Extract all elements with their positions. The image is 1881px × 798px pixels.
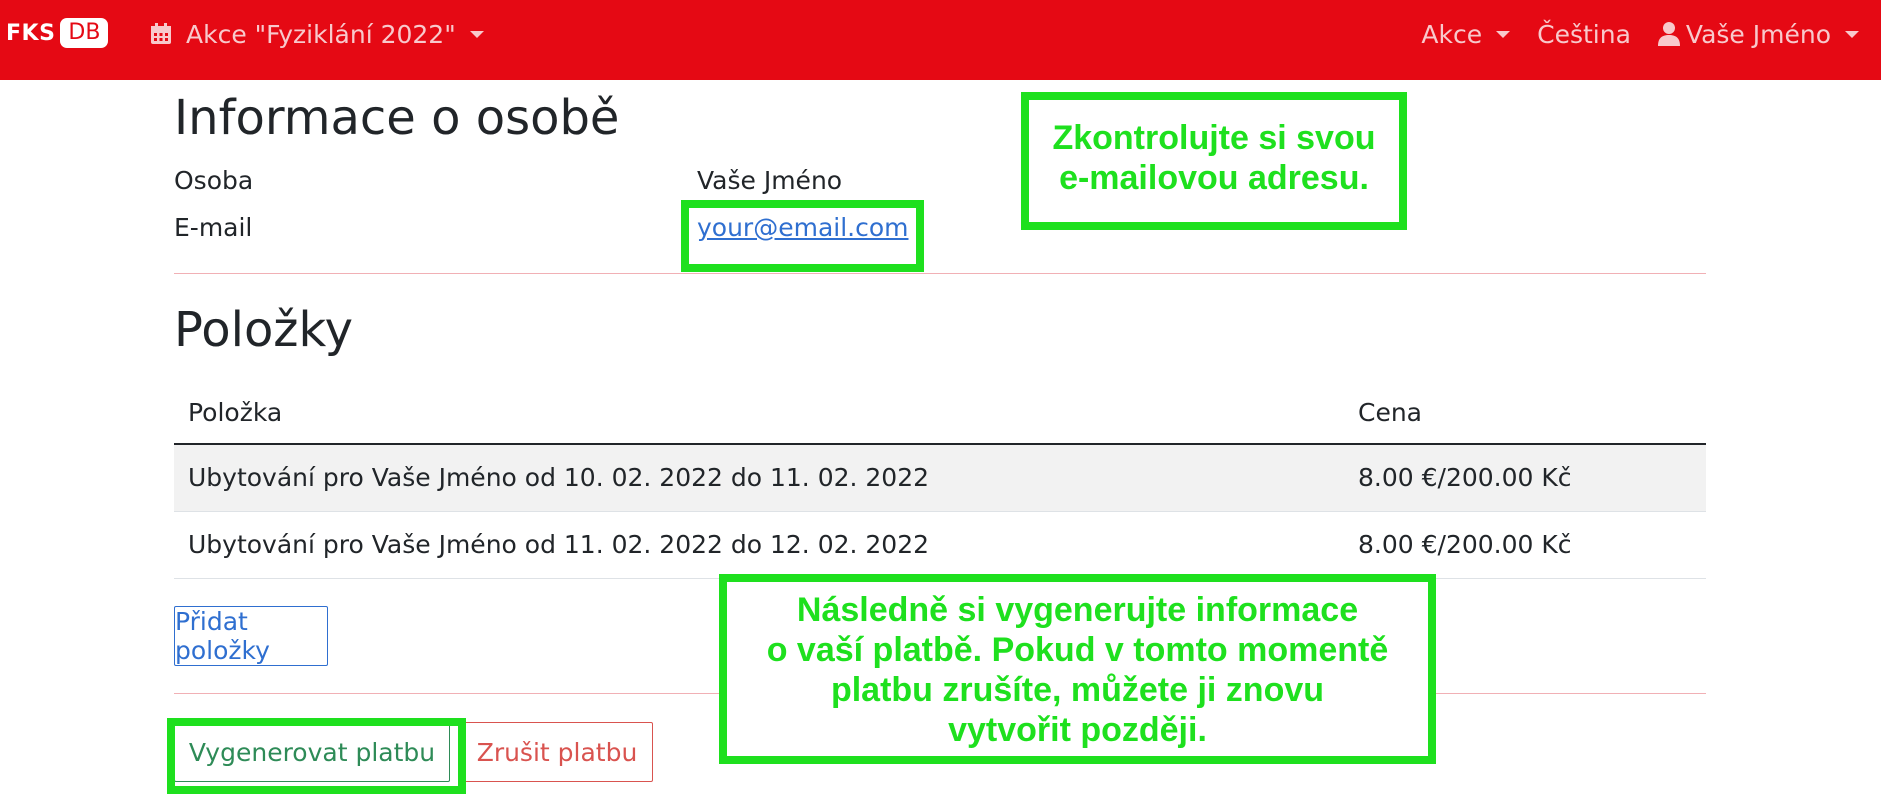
price-cell: 8.00 €/200.00 Kč — [1344, 511, 1706, 579]
nav-language-link[interactable]: Čeština — [1537, 20, 1631, 49]
calendar-icon — [151, 23, 171, 44]
item-cell: Ubytování pro Vaše Jméno od 11. 02. 2022… — [174, 511, 1344, 579]
email-label: E-mail — [174, 213, 253, 242]
items-heading: Položky — [174, 302, 353, 358]
items-table: Položka Cena Ubytování pro Vaše Jméno od… — [174, 382, 1706, 579]
nav-akce-label: Akce — [1421, 19, 1483, 49]
callout-line: Zkontrolujte si svou — [1052, 119, 1376, 157]
divider — [174, 273, 1706, 274]
payment-hint-callout: Následně si vygenerujte informace o vaší… — [719, 574, 1436, 764]
column-header-price: Cena — [1344, 382, 1706, 445]
nav-user-dropdown[interactable]: Vaše Jméno — [1657, 19, 1859, 49]
item-cell: Ubytování pro Vaše Jméno od 10. 02. 2022… — [174, 444, 1344, 512]
table-row: Ubytování pro Vaše Jméno od 10. 02. 2022… — [174, 444, 1706, 512]
logo-badge: DB — [60, 18, 109, 48]
callout-line: vytvořit později. — [948, 711, 1207, 749]
nav-language-label: Čeština — [1537, 19, 1631, 49]
generate-highlight-box — [167, 718, 466, 794]
chevron-down-icon — [469, 30, 484, 38]
chevron-down-icon — [1845, 30, 1859, 38]
nav-akce-dropdown[interactable]: Akce — [1421, 19, 1511, 49]
cancel-payment-button[interactable]: Zrušit platbu — [461, 722, 653, 782]
callout-line: o vaší platbě. Pokud v tomto momentě — [766, 631, 1389, 669]
user-icon — [1657, 22, 1680, 46]
add-items-button[interactable]: Přidat položky — [174, 606, 328, 666]
event-dropdown[interactable]: Akce "Fyziklání 2022" — [150, 0, 484, 68]
top-navbar: FKS DB Akce "Fyziklání 2022" Akce Češtin… — [0, 0, 1881, 80]
email-hint-callout: Zkontrolujte si svou e-mailovou adresu. — [1021, 92, 1407, 230]
fksdb-logo[interactable]: FKS DB — [6, 17, 109, 49]
nav-user-label: Vaše Jméno — [1685, 19, 1831, 49]
person-label: Osoba — [174, 166, 254, 195]
navbar-right: Akce Čeština Vaše Jméno — [1394, 0, 1859, 68]
table-header-row: Položka Cena — [174, 382, 1706, 445]
callout-line: e-mailovou adresu. — [1059, 159, 1369, 197]
email-highlight-box — [681, 200, 924, 272]
price-cell: 8.00 €/200.00 Kč — [1344, 444, 1706, 512]
person-value: Vaše Jméno — [697, 166, 843, 195]
logo-text: FKS — [6, 20, 56, 46]
column-header-item: Položka — [174, 382, 1344, 445]
callout-line: Následně si vygenerujte informace — [796, 591, 1359, 629]
person-info-heading: Informace o osobě — [174, 90, 620, 146]
table-row: Ubytování pro Vaše Jméno od 11. 02. 2022… — [174, 511, 1706, 579]
chevron-down-icon — [1496, 30, 1511, 38]
event-label: Akce "Fyziklání 2022" — [186, 19, 456, 49]
callout-line: platbu zrušíte, můžete ji znovu — [830, 671, 1325, 709]
